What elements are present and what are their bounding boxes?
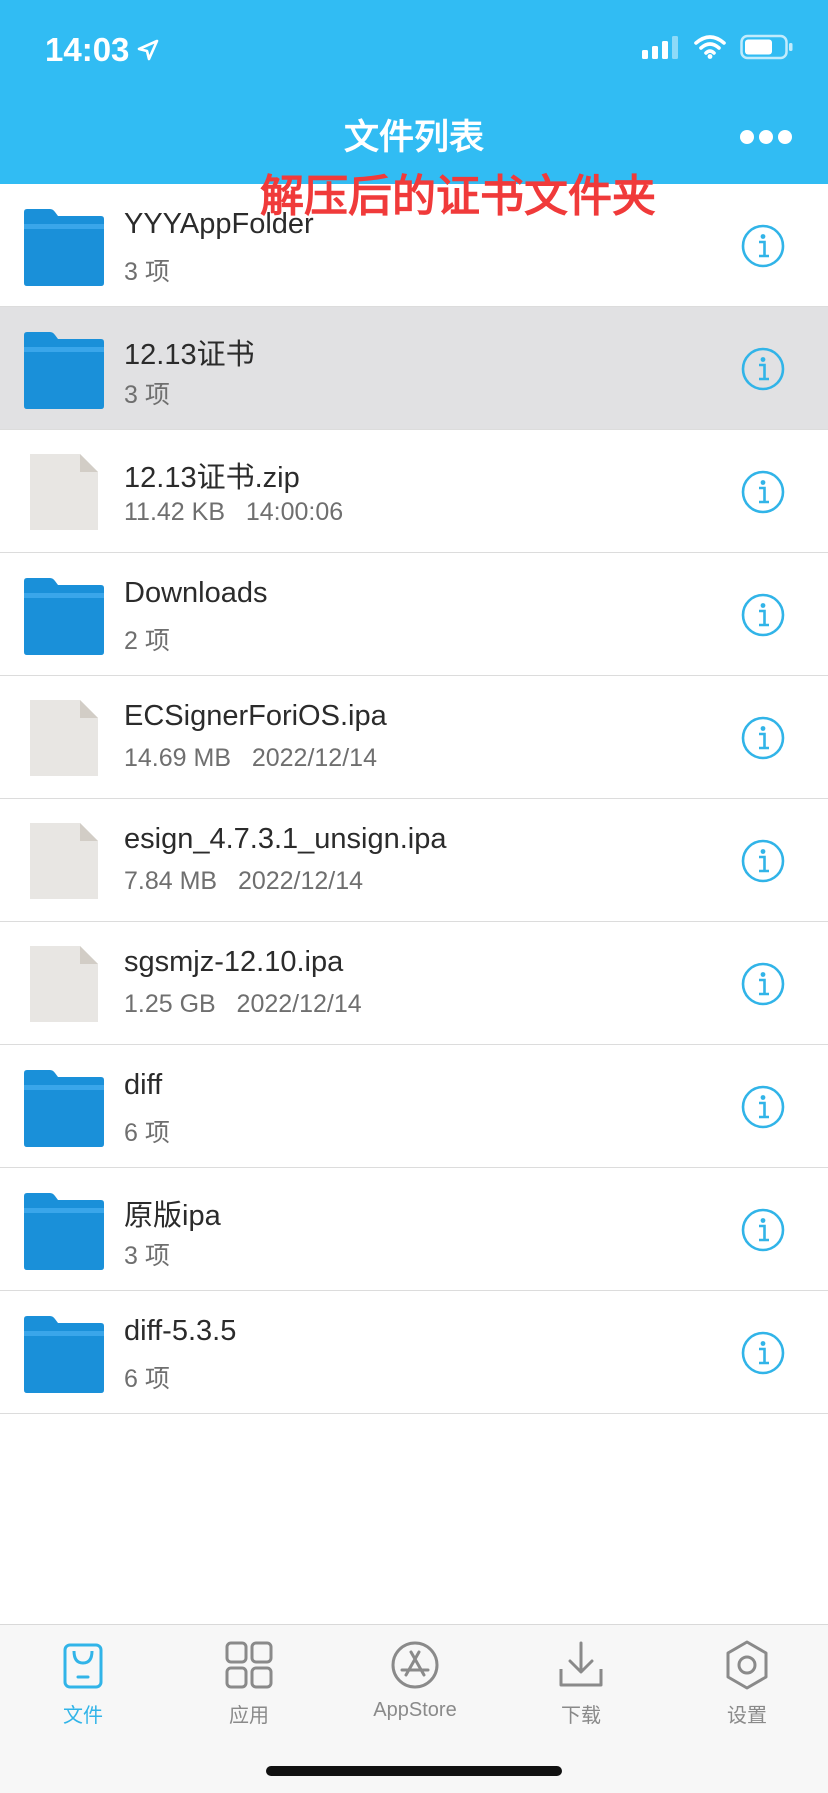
file-name: esign_4.7.3.1_unsign.ipa (124, 823, 447, 855)
file-name: 原版ipa (124, 1200, 221, 1232)
status-time: 14:03 (45, 31, 130, 68)
folder-icon (24, 329, 104, 409)
more-dot-icon (740, 130, 754, 144)
file-name: 12.13证书 (124, 339, 255, 371)
info-icon[interactable] (741, 1331, 785, 1375)
file-row[interactable]: 12.13证书 3 项 (0, 307, 828, 430)
file-name: ECSignerForiOS.ipa (124, 700, 387, 732)
file-row[interactable]: sgsmjz-12.10.ipa 1.25 GB 2022/12/14 (0, 922, 828, 1045)
document-icon (24, 944, 104, 1024)
signal-icon (642, 36, 678, 59)
info-icon[interactable] (741, 593, 785, 637)
file-meta: 7.84 MB 2022/12/14 (124, 867, 364, 895)
file-row[interactable]: ECSignerForiOS.ipa 14.69 MB 2022/12/14 (0, 676, 828, 799)
info-icon[interactable] (741, 1208, 785, 1252)
file-meta: 6 项 (124, 1365, 170, 1393)
info-icon[interactable] (741, 962, 785, 1006)
folder-icon (24, 575, 104, 655)
info-icon[interactable] (741, 716, 785, 760)
tab-label: 下载 (561, 1705, 601, 1727)
file-list: YYYAppFolder 3 项 12.13证书 3 项 12.13证书.zip 11.4… (0, 184, 828, 1414)
file-meta: 3 项 (124, 1242, 170, 1270)
file-meta: 2 项 (124, 627, 170, 655)
document-icon (24, 452, 104, 532)
more-dot-icon (759, 130, 773, 144)
tab-label: 应用 (229, 1705, 269, 1727)
file-row[interactable]: 12.13证书.zip 11.42 KB 14:00:06 (0, 430, 828, 553)
tab-label: 设置 (727, 1705, 767, 1727)
folder-icon (24, 1190, 104, 1270)
tab-label: 文件 (63, 1705, 103, 1727)
file-row[interactable]: 原版ipa 3 项 (0, 1168, 828, 1291)
grid-icon (223, 1639, 275, 1691)
document-icon (24, 698, 104, 778)
tab-appstore[interactable]: AppStore (332, 1639, 498, 1722)
wifi-icon (694, 35, 726, 59)
tab-gear[interactable]: 设置 (664, 1639, 828, 1728)
file-row[interactable]: esign_4.7.3.1_unsign.ipa 7.84 MB 2022/12/… (0, 799, 828, 922)
download-icon (555, 1639, 607, 1691)
more-button[interactable] (740, 122, 792, 152)
document-icon (24, 821, 104, 901)
info-icon[interactable] (741, 224, 785, 268)
tab-bag[interactable]: 文件 (0, 1639, 166, 1728)
location-arrow-icon (138, 39, 159, 61)
file-name: diff (124, 1069, 163, 1101)
folder-icon (24, 1067, 104, 1147)
gear-icon (721, 1639, 773, 1691)
folder-icon (24, 206, 104, 286)
info-icon[interactable] (741, 1085, 785, 1129)
tab-grid[interactable]: 应用 (166, 1639, 332, 1728)
file-meta: 14.69 MB 2022/12/14 (124, 744, 377, 772)
tab-download[interactable]: 下载 (498, 1639, 664, 1728)
status-bar-left: 14:03 (45, 28, 159, 72)
file-meta: 6 项 (124, 1119, 170, 1147)
file-meta: 3 项 (124, 258, 170, 286)
file-row[interactable]: diff-5.3.5 6 项 (0, 1291, 828, 1414)
info-icon[interactable] (741, 839, 785, 883)
page-title: 文件列表 (343, 118, 484, 157)
home-indicator (266, 1766, 562, 1776)
nav-header: 14:03 文件列表 (0, 0, 828, 184)
file-meta: 1.25 GB 2022/12/14 (124, 990, 362, 1018)
info-icon[interactable] (741, 470, 785, 514)
info-icon[interactable] (741, 347, 785, 391)
folder-icon (24, 1313, 104, 1393)
annotation-label: 解压后的证书文件夹 (260, 171, 656, 222)
appstore-icon (389, 1639, 441, 1691)
file-meta: 11.42 KB 14:00:06 (124, 498, 344, 526)
file-row[interactable]: Downloads 2 项 (0, 553, 828, 676)
tab-label: AppStore (373, 1699, 457, 1721)
file-name: Downloads (124, 577, 268, 609)
file-meta: 3 项 (124, 381, 170, 409)
battery-icon (740, 34, 793, 60)
file-name: sgsmjz-12.10.ipa (124, 946, 344, 978)
file-name: 12.13证书.zip (124, 462, 300, 494)
more-dot-icon (778, 130, 792, 144)
status-bar-right (642, 34, 794, 60)
bag-icon (57, 1639, 109, 1691)
file-row[interactable]: diff 6 项 (0, 1045, 828, 1168)
file-name: diff-5.3.5 (124, 1315, 237, 1347)
